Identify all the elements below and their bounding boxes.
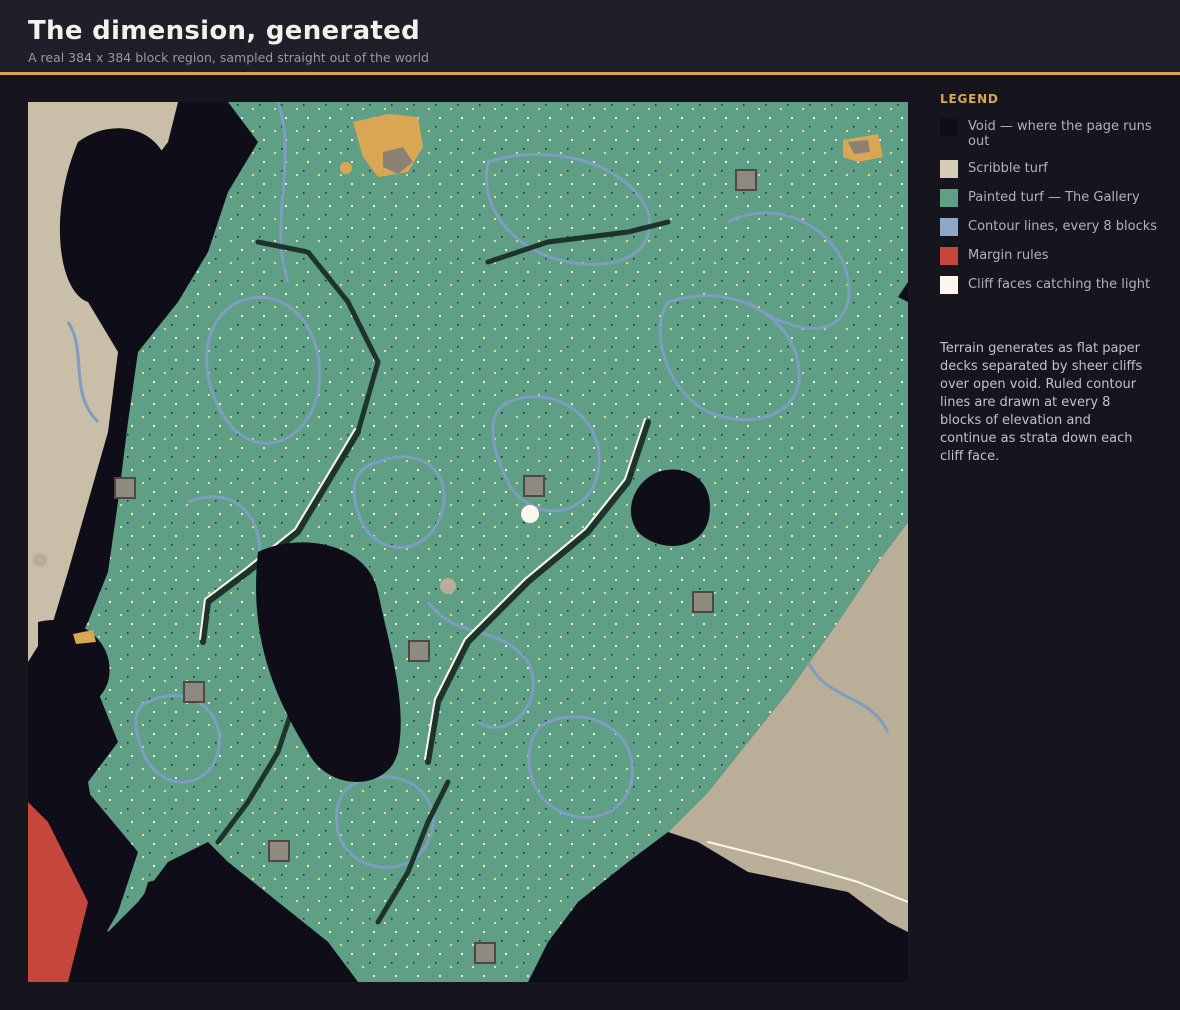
legend-item-void: Void — where the page runs out — [940, 118, 1165, 149]
legend-title: LEGEND — [940, 92, 999, 106]
legend-item-margin-rules: Margin rules — [940, 247, 1165, 265]
legend-label-cliff-faces: Cliff faces catching the light — [968, 277, 1151, 292]
terrain-map[interactable] — [28, 102, 908, 982]
map-description: Terrain generates as flat paper decks se… — [940, 341, 1143, 464]
legend-label-scribble-turf: Scribble turf — [968, 161, 1048, 176]
legend-label-painted-turf: Painted turf — The Gallery — [968, 190, 1140, 205]
page-title: The dimension, generated — [28, 16, 421, 46]
legend-swatch-contour-lines — [940, 218, 958, 236]
legend-swatch-margin-rules — [940, 247, 958, 265]
legend-swatch-painted-turf — [940, 189, 958, 207]
legend-item-contour-lines: Contour lines, every 8 blocks — [940, 218, 1165, 236]
legend-label-void: Void — where the page runs out — [968, 119, 1152, 149]
legend-item-scribble-turf: Scribble turf — [940, 160, 1165, 178]
legend-label-margin-rules: Margin rules — [968, 248, 1049, 263]
legend-swatch-cliff-faces — [940, 276, 958, 294]
legend-item-cliff-faces: Cliff faces catching the light — [940, 276, 1165, 294]
page-subtitle: A real 384 x 384 block region, sampled s… — [28, 50, 429, 65]
legend-panel: LEGEND Void — where the page runs out Sc… — [940, 92, 1165, 305]
terrain-map-svg — [28, 102, 908, 982]
legend-swatch-void — [940, 118, 958, 136]
legend-swatch-scribble-turf — [940, 160, 958, 178]
legend-label-contour-lines: Contour lines, every 8 blocks — [968, 219, 1158, 234]
page-header: The dimension, generated A real 384 x 38… — [0, 0, 1180, 75]
legend-item-painted-turf: Painted turf — The Gallery — [940, 189, 1165, 207]
